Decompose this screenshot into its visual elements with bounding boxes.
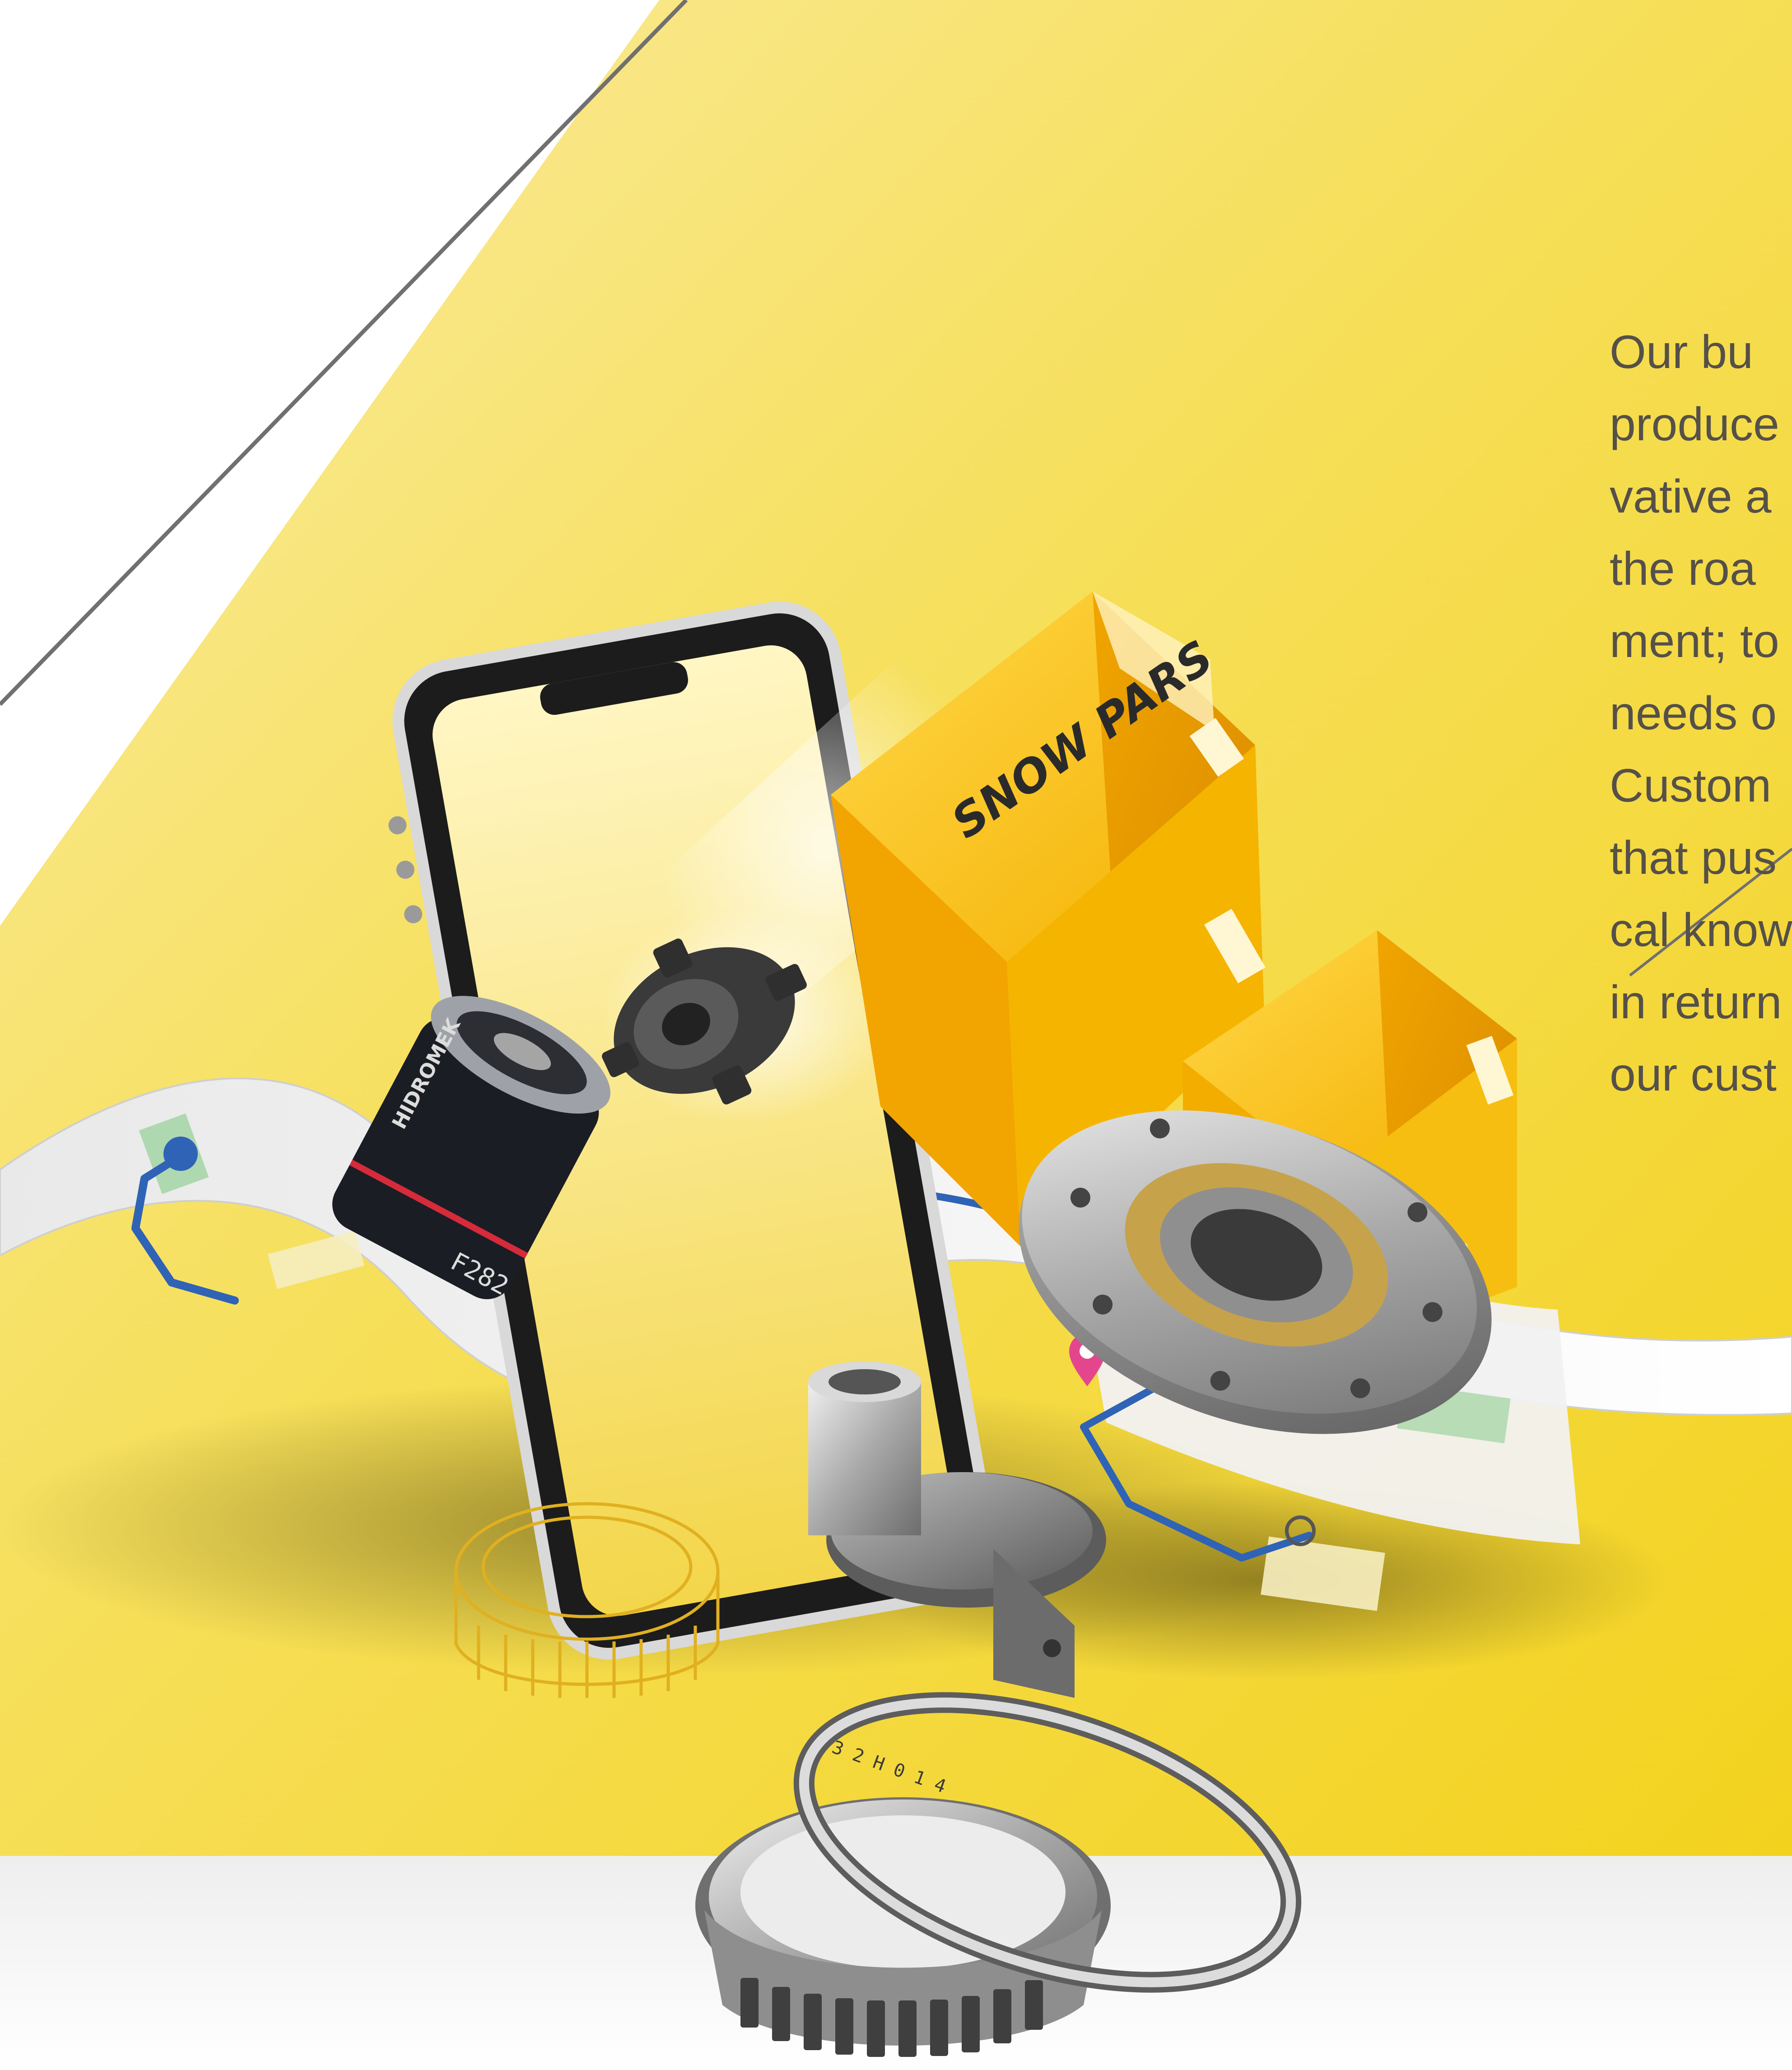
advert-artwork: SNOW PARS HIDROMEK F282 3 2 H 0 1 4 <box>0 0 1792 2070</box>
body-text-line: that pus <box>1610 832 1777 884</box>
body-text-line: vative a <box>1610 471 1772 523</box>
body-text-line: our cust <box>1610 1049 1777 1101</box>
body-text-line: the roa <box>1610 543 1756 595</box>
body-text-line: Custom <box>1610 760 1772 812</box>
body-text-line: in return <box>1610 976 1782 1029</box>
advert-page: SNOW PARS HIDROMEK F282 3 2 H 0 1 4 Our … <box>0 0 1792 2070</box>
route-start-icon <box>163 1137 198 1171</box>
body-text-line: cal know <box>1610 904 1792 956</box>
body-text-line: Our bu <box>1610 326 1753 378</box>
body-text-line: ment; to <box>1610 615 1779 667</box>
body-text-line: needs o <box>1610 687 1777 740</box>
body-text: Our bu produce vative a the roa ment; to… <box>1610 316 1792 1111</box>
body-text-line: produce <box>1610 398 1779 451</box>
